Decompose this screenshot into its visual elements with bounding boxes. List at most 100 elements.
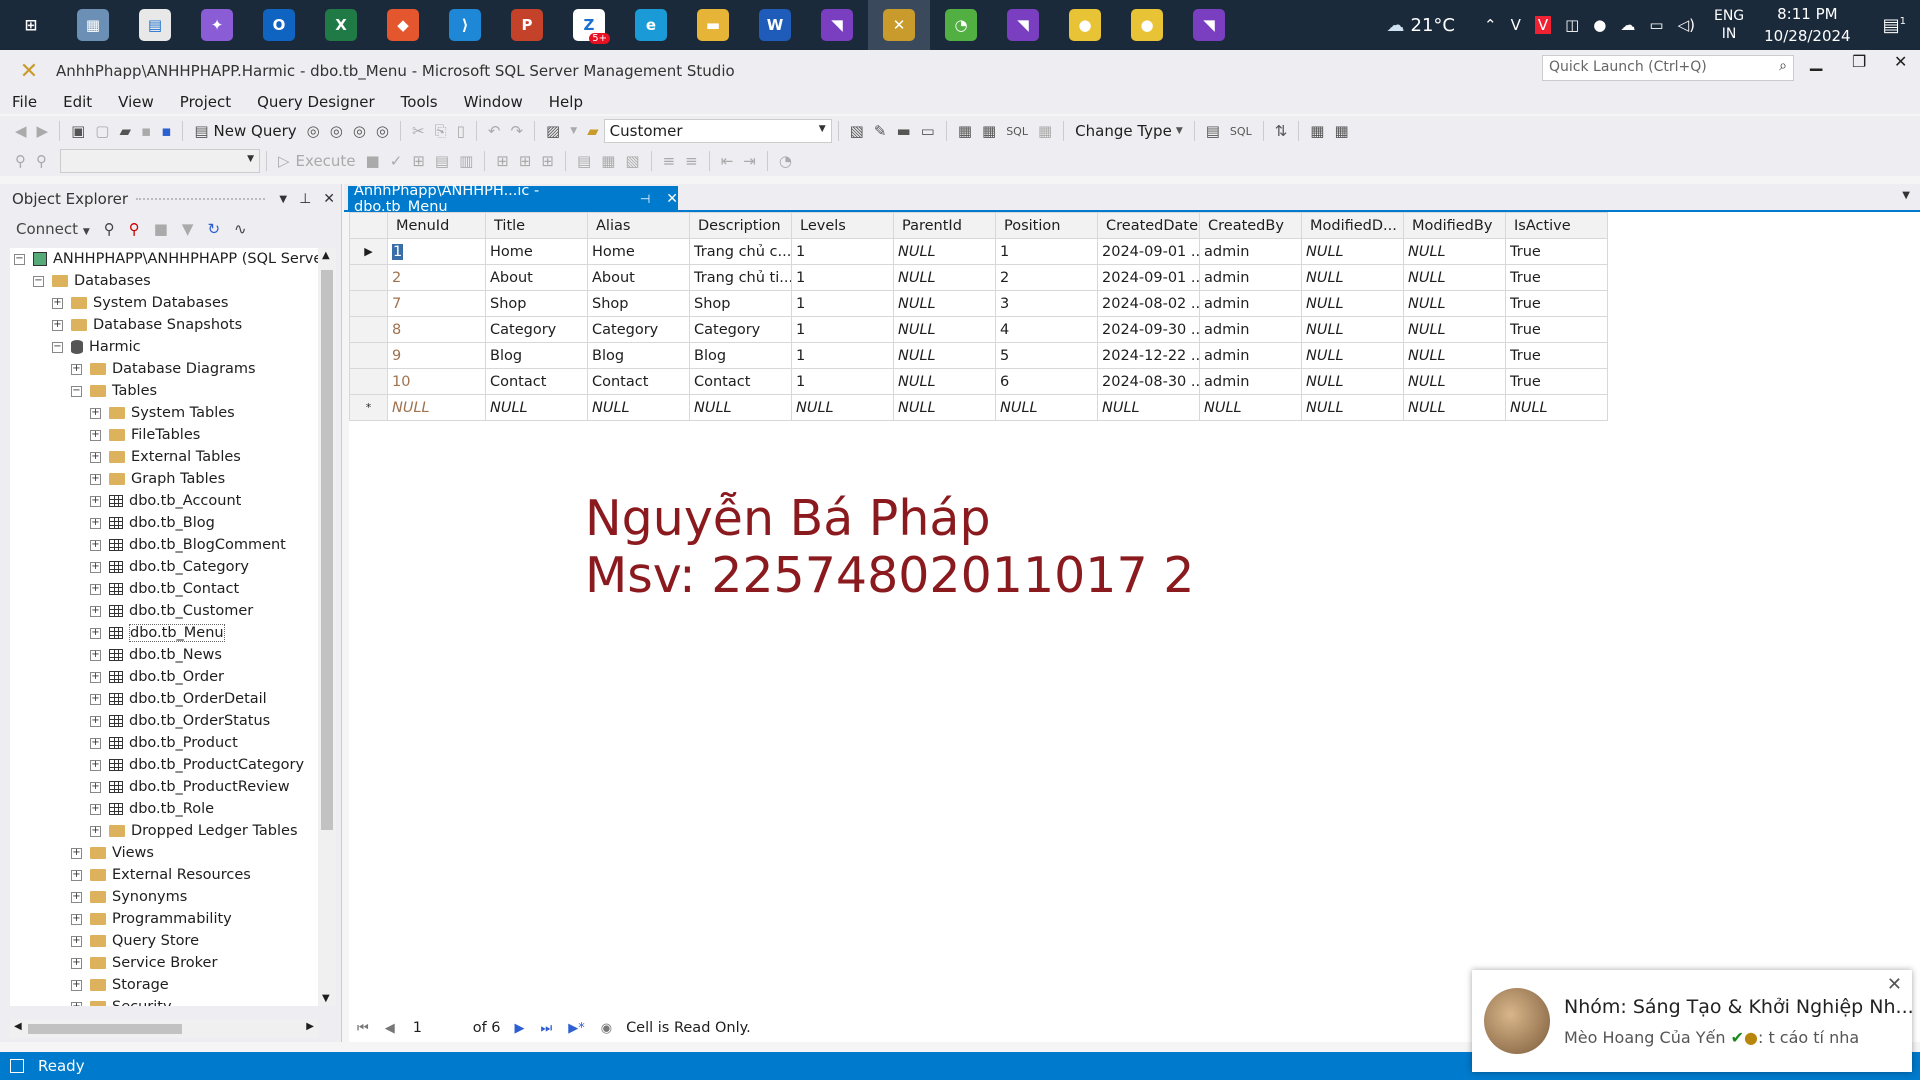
xmla-query-icon[interactable]: ◎: [353, 122, 366, 140]
expand-icon[interactable]: +: [71, 935, 82, 947]
column-header[interactable]: CreatedBy: [1199, 212, 1302, 239]
expand-icon[interactable]: +: [90, 583, 101, 595]
filter-icon[interactable]: ▼: [182, 220, 194, 238]
grid-cell[interactable]: admin: [1199, 316, 1302, 343]
dax-query-icon[interactable]: ◎: [376, 122, 389, 140]
tree-node[interactable]: + Database Diagrams: [10, 358, 318, 380]
grid-cell[interactable]: 2: [995, 264, 1098, 291]
uncomment-icon[interactable]: ≡: [685, 152, 698, 170]
quick-launch-input[interactable]: Quick Launch (Ctrl+Q) ⌕: [1542, 55, 1794, 81]
menu-help[interactable]: Help: [549, 93, 583, 111]
expand-icon[interactable]: +: [90, 495, 101, 507]
git-icon[interactable]: ◆: [372, 0, 434, 50]
column-header[interactable]: IsActive: [1505, 212, 1608, 239]
expand-icon[interactable]: +: [71, 847, 82, 859]
grid-cell[interactable]: NULL: [1505, 394, 1608, 421]
table-row[interactable]: 8 Category Category Category 1 NULL 4 2024-09-3…: [349, 316, 1608, 343]
expand-icon[interactable]: +: [90, 605, 101, 617]
grid-cell[interactable]: admin: [1199, 290, 1302, 317]
grid-cell[interactable]: 1: [995, 238, 1098, 265]
disconnect-icon[interactable]: ⚲: [36, 152, 47, 170]
grid-cell[interactable]: NULL: [1301, 394, 1404, 421]
menu-project[interactable]: Project: [180, 93, 231, 111]
tree-node[interactable]: + dbo.tb_Account: [10, 490, 318, 512]
open-file-icon[interactable]: ▰: [119, 122, 131, 140]
zalo-icon[interactable]: Z 5+: [558, 0, 620, 50]
grid-cell[interactable]: 2024-09-01 ...: [1097, 264, 1200, 291]
grid-cell[interactable]: NULL: [893, 264, 996, 291]
live-stats-icon[interactable]: ⊞: [519, 152, 532, 170]
chrome-profile-icon[interactable]: ●: [1116, 0, 1178, 50]
grid-cell[interactable]: True: [1505, 342, 1608, 369]
grid-cell[interactable]: admin: [1199, 264, 1302, 291]
grid-cell[interactable]: NULL: [485, 394, 588, 421]
available-databases-combo[interactable]: ▼: [60, 149, 260, 173]
hscroll-thumb[interactable]: [28, 1024, 182, 1034]
grid-cell[interactable]: NULL: [1199, 394, 1302, 421]
close-tab-icon[interactable]: ✕: [666, 191, 678, 207]
grid-cell[interactable]: 1: [791, 238, 894, 265]
grid-cell[interactable]: 8: [387, 316, 486, 343]
grid-cell[interactable]: NULL: [387, 394, 486, 421]
decrease-indent-icon[interactable]: ⇤: [721, 152, 734, 170]
back-icon[interactable]: ◀: [15, 122, 27, 140]
specify-values-icon[interactable]: ◔: [779, 152, 792, 170]
column-header[interactable]: MenuId: [387, 212, 486, 239]
change-type-button[interactable]: Change Type ▼: [1075, 122, 1183, 140]
grid-cell[interactable]: 5: [995, 342, 1098, 369]
menu-tools[interactable]: Tools: [401, 93, 438, 111]
new-project-icon[interactable]: ▣: [71, 122, 85, 140]
weather-widget[interactable]: ☁ 21°C: [1387, 15, 1455, 36]
grid-cell[interactable]: 3: [995, 290, 1098, 317]
first-record-icon[interactable]: ⏮: [357, 1021, 369, 1036]
dmx-query-icon[interactable]: ◎: [330, 122, 343, 140]
grid-cell[interactable]: 2: [387, 264, 486, 291]
excel-icon[interactable]: X: [310, 0, 372, 50]
grid-cell[interactable]: NULL: [893, 394, 996, 421]
tree-node[interactable]: + dbo.tb_ProductCategory: [10, 754, 318, 776]
tree-node[interactable]: − Harmic: [10, 336, 318, 358]
collapse-icon[interactable]: −: [14, 253, 25, 265]
grid-cell[interactable]: About: [485, 264, 588, 291]
expand-icon[interactable]: +: [52, 319, 63, 331]
grid-cell[interactable]: 1: [791, 368, 894, 395]
expand-icon[interactable]: +: [90, 825, 101, 837]
menu-edit[interactable]: Edit: [63, 93, 92, 111]
grid-cell[interactable]: Contact: [587, 368, 690, 395]
expand-icon[interactable]: +: [90, 803, 101, 815]
prev-record-icon[interactable]: ◀: [385, 1021, 395, 1036]
tree-node[interactable]: + Service Broker: [10, 952, 318, 974]
restore-button[interactable]: ❐: [1852, 52, 1866, 71]
grid-cell[interactable]: NULL: [893, 368, 996, 395]
paste-icon[interactable]: ▯: [457, 122, 465, 140]
stop-icon[interactable]: ◉: [601, 1021, 612, 1036]
grid-cell[interactable]: 2024-09-01 ...: [1097, 238, 1200, 265]
expand-icon[interactable]: +: [90, 715, 101, 727]
volume-icon[interactable]: ◁): [1678, 16, 1695, 34]
refresh-icon[interactable]: ↻: [207, 220, 220, 238]
tree-node[interactable]: + Programmability: [10, 908, 318, 930]
connect-object-icon[interactable]: ⚲: [104, 220, 115, 238]
column-header[interactable]: ParentId: [893, 212, 996, 239]
close-panel-icon[interactable]: ✕: [323, 191, 335, 207]
properties-icon[interactable]: ▧: [850, 122, 864, 140]
next-record-icon[interactable]: ▶: [515, 1021, 525, 1036]
tree-node[interactable]: + External Tables: [10, 446, 318, 468]
expand-icon[interactable]: +: [52, 297, 63, 309]
tree-node[interactable]: + Graph Tables: [10, 468, 318, 490]
ssms-icon[interactable]: ✕: [868, 0, 930, 50]
grid-cell[interactable]: NULL: [893, 342, 996, 369]
expand-icon[interactable]: +: [90, 561, 101, 573]
cut-icon[interactable]: ✂: [412, 122, 425, 140]
table-row[interactable]: 7 Shop Shop Shop 1 NULL 3 2024-08-02 ... admin NU…: [349, 290, 1608, 317]
expand-icon[interactable]: +: [90, 539, 101, 551]
close-window-button[interactable]: ✕: [1894, 52, 1907, 71]
tree-node[interactable]: + dbo.tb_News: [10, 644, 318, 666]
copilot-icon[interactable]: ✦: [186, 0, 248, 50]
grid-cell[interactable]: True: [1505, 290, 1608, 317]
expand-icon[interactable]: +: [90, 407, 101, 419]
word-icon[interactable]: W: [744, 0, 806, 50]
table-row[interactable]: ▶ 1 Home Home Trang chủ c... 1 NULL 1 2024-09-01…: [349, 238, 1608, 265]
timer-icon[interactable]: ◔: [930, 0, 992, 50]
tree-node[interactable]: + dbo.tb_Blog: [10, 512, 318, 534]
